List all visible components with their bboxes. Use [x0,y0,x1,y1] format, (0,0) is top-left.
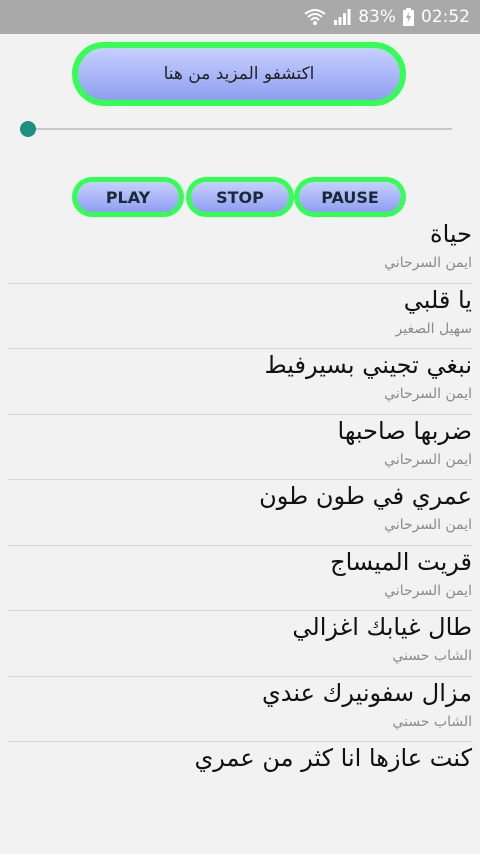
stop-button[interactable]: STOP [186,177,294,217]
song-title: كنت عازها انا كثر من عمري [194,744,473,772]
song-title: عمري في طون طون [259,482,472,510]
list-item[interactable]: قريت الميساج ايمن السرحاني [8,546,472,611]
stop-label: STOP [191,182,289,212]
song-artist: الشاب حسني [392,713,472,730]
list-item[interactable]: يا قلبي سهيل الصغير [8,284,472,349]
song-artist: ايمن السرحاني [384,517,472,533]
list-item[interactable]: طال غيابك اغزالي الشاب حسني [8,611,472,677]
list-item[interactable]: حياة ايمن السرحاني [8,218,472,284]
pause-label: PAUSE [299,182,401,212]
play-button[interactable]: PLAY [72,177,184,217]
song-title: حياة [430,220,472,248]
song-title: قريت الميساج [330,547,472,576]
discover-more-label: اكتشفو المزيد من هنا [78,48,400,100]
list-item[interactable]: نبغي تجيني بسيرفيط ايمن السرحاني [8,349,472,415]
pause-button[interactable]: PAUSE [294,177,406,217]
list-item[interactable]: عمري في طون طون ايمن السرحاني [8,480,472,546]
song-artist: ايمن السرحاني [384,255,472,271]
song-artist: ايمن السرحاني [384,451,472,468]
discover-more-button[interactable]: اكتشفو المزيد من هنا [72,42,406,106]
seek-thumb[interactable] [20,121,36,137]
song-artist: ايمن السرحاني [384,582,472,599]
clock: 02:52 [421,7,470,27]
song-title: ضربها صاحبها [337,416,472,445]
seek-bar[interactable] [28,128,452,130]
battery-percent: 83% [358,7,396,27]
wifi-icon [304,8,326,26]
song-artist: الشاب حسني [392,648,472,664]
play-label: PLAY [77,182,179,212]
battery-icon [403,8,414,26]
song-artist: سهيل الصغير [395,320,472,337]
song-title: مزال سفونيرك عندي [262,678,472,707]
list-item[interactable]: ضربها صاحبها ايمن السرحاني [8,415,472,480]
song-list: حياة ايمن السرحاني يا قلبي سهيل الصغير ن… [0,218,480,808]
list-item[interactable]: مزال سفونيرك عندي الشاب حسني [8,677,472,742]
song-title: يا قلبي [403,285,472,314]
song-artist [8,774,472,778]
song-title: طال غيابك اغزالي [292,613,472,641]
signal-icon [333,8,351,26]
song-artist: ايمن السرحاني [384,386,472,402]
status-bar: 83% 02:52 [0,0,480,34]
song-title: نبغي تجيني بسيرفيط [264,351,473,379]
list-item[interactable]: كنت عازها انا كثر من عمري [8,742,473,808]
